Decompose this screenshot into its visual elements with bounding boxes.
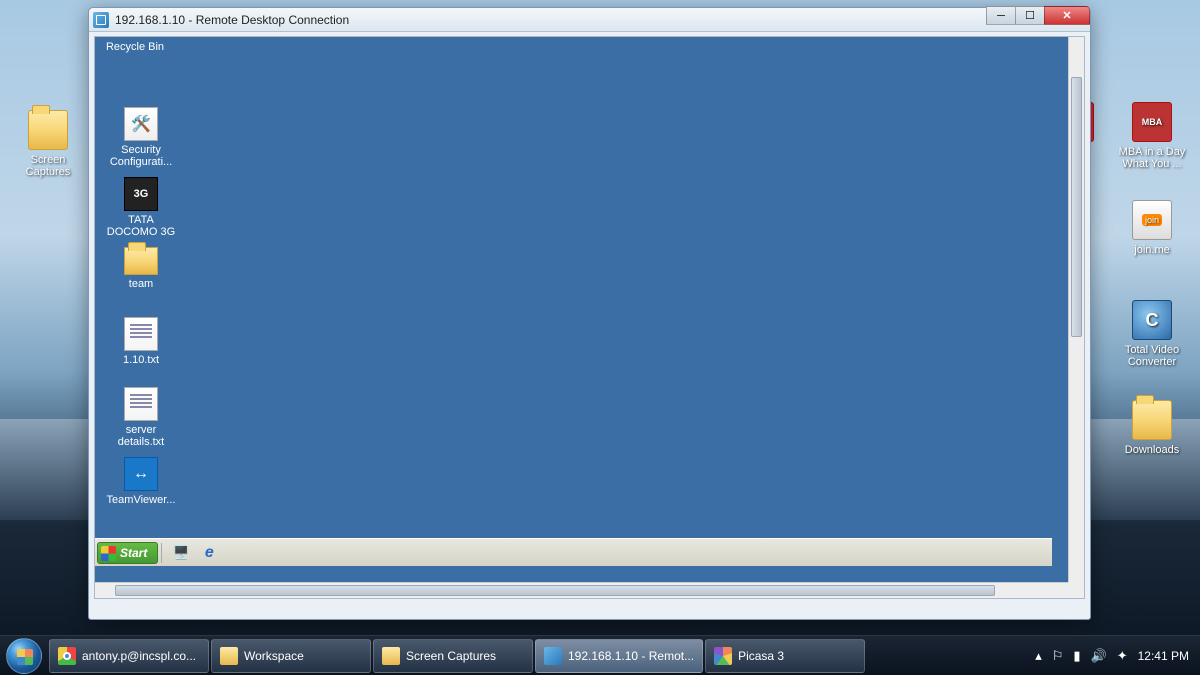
icon-label: Downloads [1116,444,1188,456]
task-label: Picasa 3 [738,649,784,663]
icon-label: server details.txt [105,424,177,448]
app-icon: join [1132,200,1172,240]
task-label: Workspace [244,649,304,663]
text-file-icon [124,387,158,421]
rdc-icon [544,647,562,665]
icon-label: Security Configurati... [105,144,177,168]
host-icon-mba[interactable]: MBA MBA in a Day What You ... [1116,102,1188,170]
folder-icon [382,647,400,665]
windows-logo-icon [6,638,42,674]
remote-start-button[interactable]: Start [97,542,158,564]
host-icon-converter[interactable]: C Total Video Converter [1116,300,1188,368]
icon-label: Total Video Converter [1116,344,1188,368]
folder-icon [1132,400,1172,440]
icon-label: Screen Captures [12,154,84,178]
taskbar-item-rdc[interactable]: 192.168.1.10 - Remot... [535,639,703,673]
taskbar-item-workspace[interactable]: Workspace [211,639,371,673]
rdc-titlebar[interactable]: 192.168.1.10 - Remote Desktop Connection… [89,8,1090,32]
remote-icon-serverdetails[interactable]: server details.txt [105,387,177,448]
host-taskbar: antony.p@incspl.co... Workspace Screen C… [0,635,1200,675]
app-icon: C [1132,300,1172,340]
icon-label: TATA DOCOMO 3G [105,214,177,238]
icon-label: MBA in a Day What You ... [1116,146,1188,170]
taskbar-item-chrome[interactable]: antony.p@incspl.co... [49,639,209,673]
teamviewer-icon: ↔ [124,457,158,491]
task-label: Screen Captures [406,649,496,663]
tray-misc-icon[interactable]: ✦ [1117,648,1128,664]
remote-icon-team[interactable]: team [105,247,177,290]
remote-icon-teamviewer[interactable]: ↔ TeamViewer... [105,457,177,506]
task-label: 192.168.1.10 - Remot... [568,649,694,663]
icon-label: team [105,278,177,290]
remote-icon-110txt[interactable]: 1.10.txt [105,317,177,366]
scrollbar-thumb[interactable] [1071,77,1082,337]
3g-icon: 3G [124,177,158,211]
taskbar-item-picasa[interactable]: Picasa 3 [705,639,865,673]
remote-recycle-label[interactable]: Recycle Bin [99,41,171,53]
icon-label: 1.10.txt [105,354,177,366]
folder-icon [28,110,68,150]
taskbar-separator [161,543,162,563]
taskbar-clock[interactable]: 12:41 PM [1138,649,1189,663]
scroll-corner [1068,582,1084,598]
folder-icon [220,647,238,665]
minimize-button[interactable]: ─ [986,6,1016,25]
host-icon-joinme[interactable]: join join.me [1116,200,1188,256]
picasa-icon [714,647,732,665]
start-orb[interactable] [0,636,48,675]
remote-icon-docomo[interactable]: 3G TATA DOCOMO 3G [105,177,177,238]
pdf-icon: MBA [1132,102,1172,142]
chrome-icon [58,647,76,665]
ie-icon[interactable]: e [197,542,221,564]
task-label: antony.p@incspl.co... [82,649,196,663]
icon-label: join.me [1116,244,1188,256]
icon-label: TeamViewer... [105,494,177,506]
flag-icon[interactable]: ⚐ [1052,648,1064,664]
horizontal-scrollbar[interactable] [95,582,1068,598]
host-icon-screen-captures[interactable]: Screen Captures [12,110,84,178]
remote-taskbar: Start 🖥️ e [95,538,1052,566]
network-icon[interactable]: ▮ [1073,648,1080,664]
remote-desktop[interactable]: Recycle Bin 🛠️ Security Configurati... 3… [95,37,1068,582]
host-icon-downloads[interactable]: Downloads [1116,400,1188,456]
maximize-button[interactable]: ☐ [1015,6,1045,25]
folder-icon [124,247,158,275]
close-button[interactable]: ✕ [1044,6,1090,25]
volume-icon[interactable]: 🔊 [1091,648,1107,664]
show-desktop-icon[interactable]: 🖥️ [169,542,193,564]
remote-icon-security[interactable]: 🛠️ Security Configurati... [105,107,177,168]
scrollbar-thumb[interactable] [115,585,995,596]
rdc-title: 192.168.1.10 - Remote Desktop Connection [115,13,349,27]
text-file-icon [124,317,158,351]
icon-label: Recycle Bin [99,41,171,53]
rdc-app-icon [93,12,109,28]
taskbar-item-screen-captures[interactable]: Screen Captures [373,639,533,673]
tray-chevron-icon[interactable]: ▴ [1035,648,1042,664]
security-icon: 🛠️ [124,107,158,141]
rdc-window: 192.168.1.10 - Remote Desktop Connection… [88,7,1091,620]
rdc-client-area: Recycle Bin 🛠️ Security Configurati... 3… [94,36,1085,599]
vertical-scrollbar[interactable] [1068,37,1084,582]
system-tray: ▴ ⚐ ▮ 🔊 ✦ 12:41 PM [1030,648,1200,664]
